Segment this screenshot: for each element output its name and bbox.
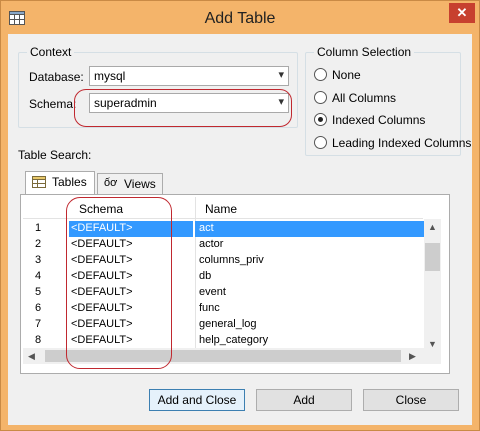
table-row[interactable]: 6 <DEFAULT> func: [23, 301, 441, 317]
scroll-left-icon[interactable]: ◀: [28, 351, 35, 362]
table-row[interactable]: 4 <DEFAULT> db: [23, 269, 441, 285]
radio-label: Indexed Columns: [332, 113, 426, 127]
database-value: mysql: [94, 69, 126, 83]
row-number: 5: [34, 286, 42, 298]
column-header-name[interactable]: Name: [205, 202, 237, 216]
table-row[interactable]: 3 <DEFAULT> columns_priv: [23, 253, 441, 269]
context-legend: Context: [27, 45, 75, 59]
column-selection-legend: Column Selection: [314, 45, 415, 59]
row-number: 1: [34, 222, 42, 234]
radio-button: [314, 136, 327, 149]
radio-label: None: [332, 68, 361, 82]
close-icon: ✕: [456, 5, 468, 20]
tables-grid[interactable]: Schema Name 1 <DEFAULT> act 2 <DEFAULT> actor…: [23, 197, 441, 364]
cell-name: db: [199, 270, 212, 282]
table-row[interactable]: 7 <DEFAULT> general_log: [23, 317, 441, 333]
schema-value: superadmin: [94, 96, 157, 110]
scroll-up-icon[interactable]: ▲: [428, 222, 437, 232]
scroll-right-icon[interactable]: ▶: [409, 351, 416, 362]
cell-name: general_log: [199, 318, 257, 330]
horizontal-scrollbar[interactable]: ◀ ▶: [23, 348, 441, 364]
grid-header: Schema Name: [23, 197, 423, 219]
horizontal-scroll-thumb[interactable]: [45, 350, 401, 362]
cell-schema: <DEFAULT>: [71, 302, 133, 314]
dialog-body: Context Database: mysql ▾ Schema: supera…: [8, 34, 472, 425]
table-icon: [32, 176, 46, 188]
radio-label: All Columns: [332, 91, 397, 105]
cell-name: event: [199, 286, 226, 298]
tab-views-label: Views: [124, 177, 156, 191]
close-button[interactable]: Close: [363, 389, 459, 411]
cell-name: act: [199, 222, 214, 234]
add-table-dialog: Add Table ✕ Context Database: mysql ▾ Sc…: [0, 0, 480, 431]
table-row[interactable]: 2 <DEFAULT> actor: [23, 237, 441, 253]
glasses-icon: ốơ: [104, 177, 118, 189]
database-label: Database:: [29, 70, 84, 84]
cell-schema: <DEFAULT>: [71, 254, 133, 266]
column-header-schema[interactable]: Schema: [79, 202, 123, 216]
database-combobox[interactable]: mysql ▾: [89, 66, 289, 86]
tab-views[interactable]: ốơ Views: [97, 173, 163, 195]
cell-name: func: [199, 302, 220, 314]
tab-tables-label: Tables: [52, 175, 87, 189]
radio-button: [314, 91, 327, 104]
radio-button-checked: [314, 113, 327, 126]
context-group: Context Database: mysql ▾ Schema: supera…: [18, 45, 298, 128]
cell-schema: <DEFAULT>: [71, 238, 133, 250]
add-button[interactable]: Add: [256, 389, 352, 411]
table-row[interactable]: 1 <DEFAULT> act: [23, 221, 441, 237]
window-title: Add Table: [204, 10, 276, 27]
chevron-down-icon: ▾: [278, 96, 284, 108]
add-and-close-button[interactable]: Add and Close: [149, 389, 245, 411]
radio-button: [314, 68, 327, 81]
row-number: 6: [34, 302, 42, 314]
tab-tables[interactable]: Tables: [25, 171, 95, 195]
cell-schema: <DEFAULT>: [71, 222, 133, 234]
table-row[interactable]: 8 <DEFAULT> help_category: [23, 333, 441, 349]
selection-highlight: [195, 221, 441, 237]
cell-schema: <DEFAULT>: [71, 318, 133, 330]
close-window-button[interactable]: ✕: [449, 3, 475, 23]
radio-label: Leading Indexed Columns: [332, 136, 472, 150]
title-bar[interactable]: Add Table ✕: [1, 1, 479, 37]
tables-tab-panel: Schema Name 1 <DEFAULT> act 2 <DEFAULT> actor…: [20, 194, 450, 374]
table-row[interactable]: 5 <DEFAULT> event: [23, 285, 441, 301]
cell-schema: <DEFAULT>: [71, 270, 133, 282]
schema-label: Schema:: [29, 97, 77, 111]
row-number: 7: [34, 318, 42, 330]
cell-name: actor: [199, 238, 224, 250]
schema-combobox[interactable]: superadmin ▾: [89, 93, 289, 113]
table-search-label: Table Search:: [18, 148, 92, 162]
cell-name: help_category: [199, 334, 269, 346]
row-number: 3: [34, 254, 42, 266]
vertical-scrollbar[interactable]: ▲ ▼: [424, 219, 441, 364]
cell-schema: <DEFAULT>: [71, 286, 133, 298]
row-number: 2: [34, 238, 42, 250]
cell-name: columns_priv: [199, 254, 264, 266]
vertical-scroll-thumb[interactable]: [425, 243, 440, 271]
column-selection-group: Column Selection None All Columns Indexe…: [305, 45, 471, 156]
row-number: 4: [34, 270, 42, 282]
chevron-down-icon: ▾: [278, 69, 284, 81]
row-number: 8: [34, 334, 42, 346]
cell-schema: <DEFAULT>: [71, 334, 133, 346]
